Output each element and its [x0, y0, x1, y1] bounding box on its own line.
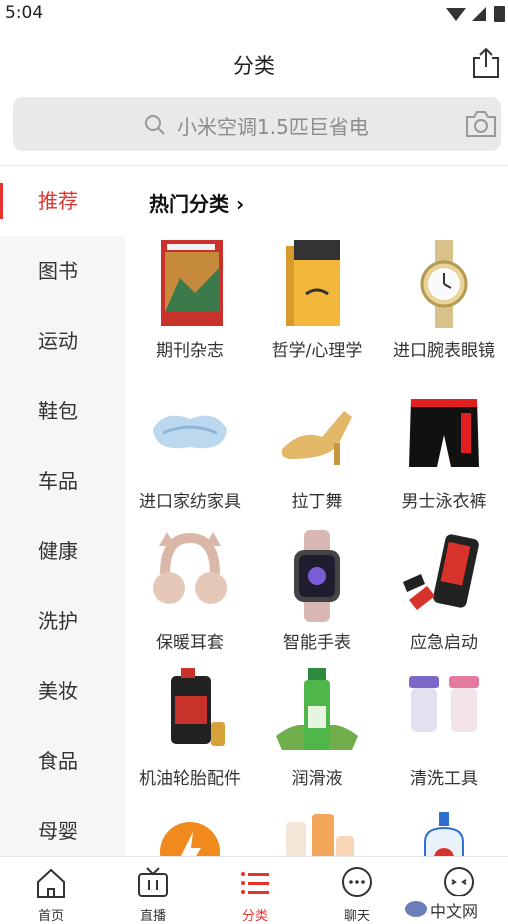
sidebar-item-label: 健康: [38, 539, 78, 563]
search-icon: [143, 113, 167, 141]
motor-oil-image: [171, 668, 225, 746]
sidebar-item-car[interactable]: 车品: [0, 446, 125, 516]
cleaning-tools-image: [409, 676, 479, 732]
category-tile[interactable]: [125, 812, 255, 856]
sidebar-item-recommend[interactable]: 推荐: [0, 166, 125, 236]
sidebar-item-care[interactable]: 洗护: [0, 586, 125, 656]
tab-label: 聊天: [343, 909, 370, 924]
lightning-image: [160, 822, 220, 856]
home-icon: [33, 865, 69, 905]
sidebar-item-health[interactable]: 健康: [0, 516, 125, 586]
dance-shoe-image: [281, 411, 352, 465]
tab-label: 直播: [139, 909, 166, 924]
page-title: 分类: [233, 54, 275, 78]
battery-icon: [494, 6, 505, 22]
category-tile[interactable]: 拉丁舞: [252, 389, 382, 529]
tab-label: 首页: [37, 909, 64, 924]
search-input[interactable]: 小米空调1.5匹巨省电: [177, 111, 369, 140]
watermark: 中文网: [400, 896, 508, 922]
category-tile[interactable]: [379, 812, 508, 856]
tab-home[interactable]: 首页: [0, 857, 102, 924]
category-tile[interactable]: [252, 812, 382, 856]
lubricant-image: [276, 668, 358, 750]
sidebar-item-label: 图书: [38, 259, 78, 283]
category-label: 进口腕表眼镜: [393, 341, 495, 361]
category-tile[interactable]: 保暖耳套: [125, 530, 255, 670]
status-icons: [444, 4, 508, 28]
section-title-text: 热门分类: [149, 192, 229, 216]
sidebar-item-beauty[interactable]: 美妆: [0, 656, 125, 726]
section-title[interactable]: 热门分类 ›: [149, 188, 244, 217]
category-tile[interactable]: 进口腕表眼镜: [379, 238, 508, 378]
category-label: 男士泳衣裤: [401, 492, 487, 512]
magazine-image: [161, 240, 223, 326]
wifi-icon: [446, 8, 466, 21]
status-bar: 5:04: [0, 0, 508, 26]
sidebar-item-label: 运动: [38, 329, 78, 353]
jump-starter-image: [403, 534, 479, 610]
category-tile[interactable]: 智能手表: [252, 530, 382, 670]
sidebar-item-label: 车品: [38, 469, 78, 493]
sidebar-item-books[interactable]: 图书: [0, 236, 125, 306]
list-icon: [237, 865, 273, 905]
search-bar[interactable]: 小米空调1.5匹巨省电: [13, 97, 501, 151]
tab-live[interactable]: 直播: [102, 857, 204, 924]
sidebar-item-label: 鞋包: [38, 399, 78, 423]
php-logo-icon: [404, 900, 428, 922]
tab-label: 分类: [241, 909, 268, 924]
category-label: 应急启动: [410, 633, 478, 653]
category-tile[interactable]: 期刊杂志: [125, 238, 255, 378]
category-tile[interactable]: 应急启动: [379, 530, 508, 670]
signal-icon: [472, 7, 486, 21]
tv-icon: [135, 865, 171, 905]
watermark-text: 中文网: [430, 902, 479, 921]
share-icon[interactable]: [470, 46, 502, 84]
sidebar-item-label: 美妆: [38, 679, 78, 703]
category-tile[interactable]: 清洗工具: [379, 666, 508, 806]
category-sidebar: 推荐 图书 运动 鞋包 车品 健康 洗护 美妆 食品 母婴: [0, 166, 125, 856]
pillow-image: [153, 415, 227, 449]
category-tile[interactable]: 机油轮胎配件: [125, 666, 255, 806]
watch-image: [420, 240, 468, 328]
sidebar-item-label: 推荐: [38, 189, 78, 213]
category-tile[interactable]: 润滑液: [252, 666, 382, 806]
category-tile[interactable]: 哲学/心理学: [252, 238, 382, 378]
category-label: 清洗工具: [410, 769, 478, 789]
sidebar-item-shoes-bags[interactable]: 鞋包: [0, 376, 125, 446]
chat-icon: [339, 865, 375, 905]
book-image: [286, 240, 340, 326]
status-time: 5:04: [5, 3, 44, 23]
sidebar-item-label: 食品: [38, 749, 78, 773]
camera-icon[interactable]: [463, 108, 499, 144]
sidebar-item-food[interactable]: 食品: [0, 726, 125, 796]
tab-category[interactable]: 分类: [204, 857, 306, 924]
tab-chat[interactable]: 聊天: [306, 857, 408, 924]
category-tile[interactable]: 进口家纺家具: [125, 389, 255, 529]
swim-trunks-image: [409, 399, 479, 467]
smartwatch-image: [294, 530, 340, 622]
header: 分类: [0, 26, 508, 98]
chevron-right-icon: ›: [229, 192, 245, 216]
skincare-image: [286, 814, 354, 856]
category-content: 热门分类 › 期刊杂志 哲学/心理学 进口腕表眼镜 进口家纺家具 拉丁舞 男士泳…: [125, 166, 508, 856]
sidebar-item-sports[interactable]: 运动: [0, 306, 125, 376]
hand-wash-image: [424, 812, 464, 856]
category-tile[interactable]: 男士泳衣裤: [379, 389, 508, 529]
sidebar-item-label: 洗护: [38, 609, 78, 633]
earmuffs-image: [153, 532, 227, 604]
